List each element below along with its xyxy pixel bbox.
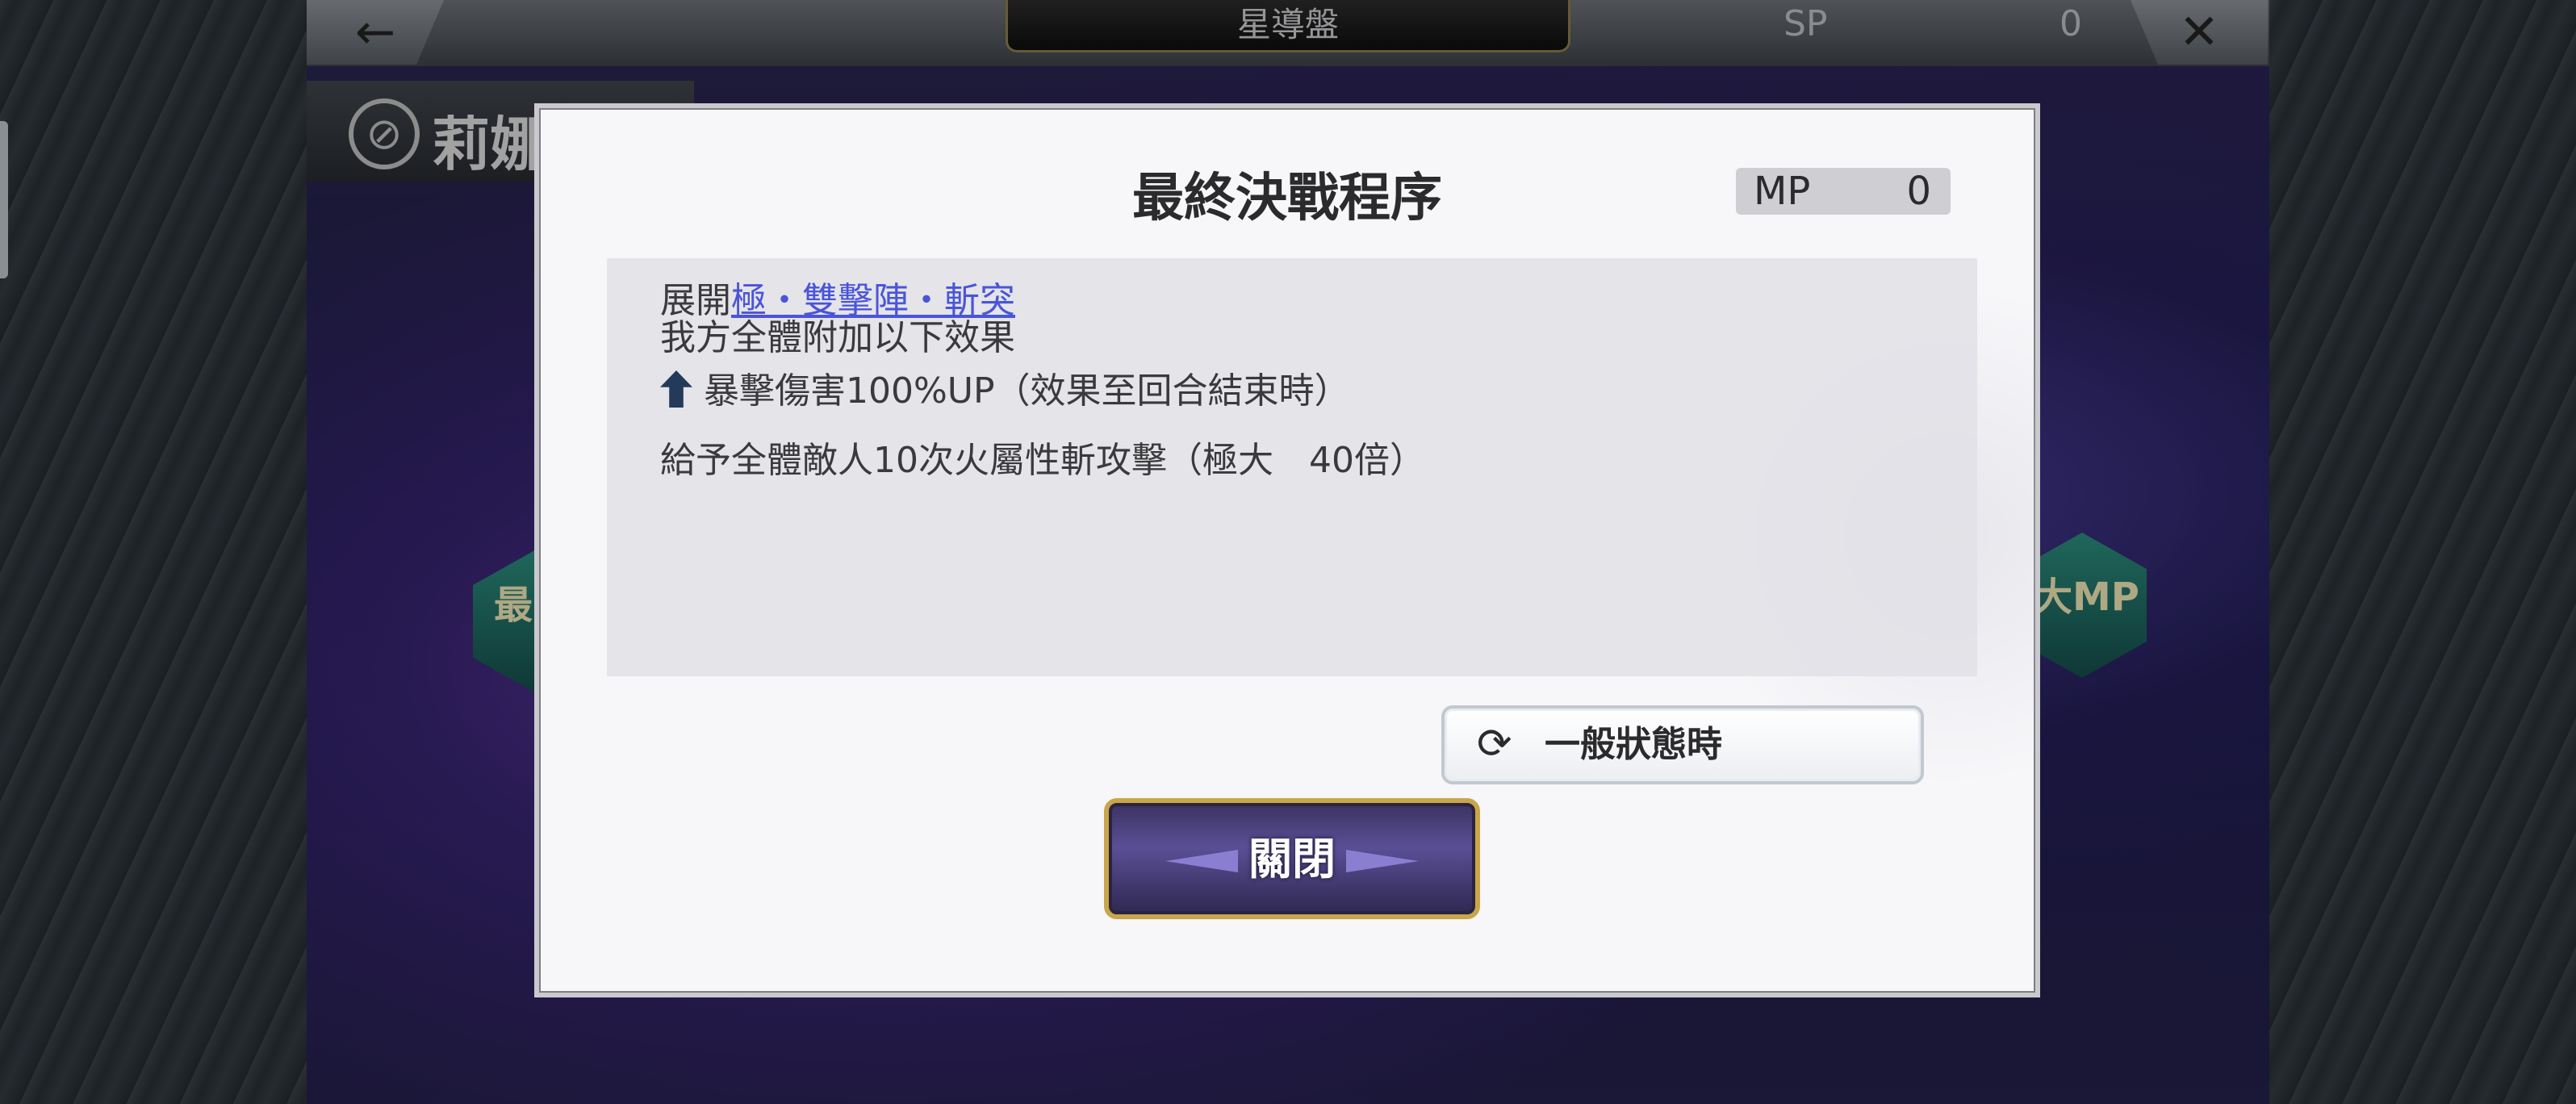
skill-description: 展開極・雙擊陣・斬突 我方全體附加以下效果 暴擊傷害100%UP（效果至回合結束…	[607, 258, 1977, 676]
description-line-3: 暴擊傷害100%UP（效果至回合結束時）	[660, 362, 1350, 413]
mp-value: 0	[1906, 169, 1931, 214]
scroll-indicator	[0, 121, 8, 278]
close-dialog-button[interactable]: 關閉	[1104, 798, 1480, 919]
right-frame	[2269, 0, 2576, 1104]
up-arrow-icon	[660, 370, 692, 408]
skill-detail-dialog: 最終決戰程序 MP 0 展開極・雙擊陣・斬突 我方全體附加以下效果 暴擊傷害10…	[534, 103, 2040, 997]
close-button-label: 關閉	[1248, 833, 1336, 884]
description-line-2: 我方全體附加以下效果	[660, 317, 1015, 358]
description-line-4: 給予全體敵人10次火屬性斬攻擊（極大 40倍）	[660, 440, 1425, 481]
buff-text: 暴擊傷害100%UP（效果至回合結束時）	[704, 370, 1350, 412]
state-button-label: 一般狀態時	[1545, 724, 1722, 765]
normal-state-toggle-button[interactable]: ⟳ 一般狀態時	[1441, 705, 1924, 784]
refresh-icon: ⟳	[1477, 720, 1512, 768]
mp-label: MP	[1754, 169, 1811, 214]
mp-cost-badge: MP 0	[1736, 168, 1951, 215]
left-frame	[0, 0, 307, 1104]
